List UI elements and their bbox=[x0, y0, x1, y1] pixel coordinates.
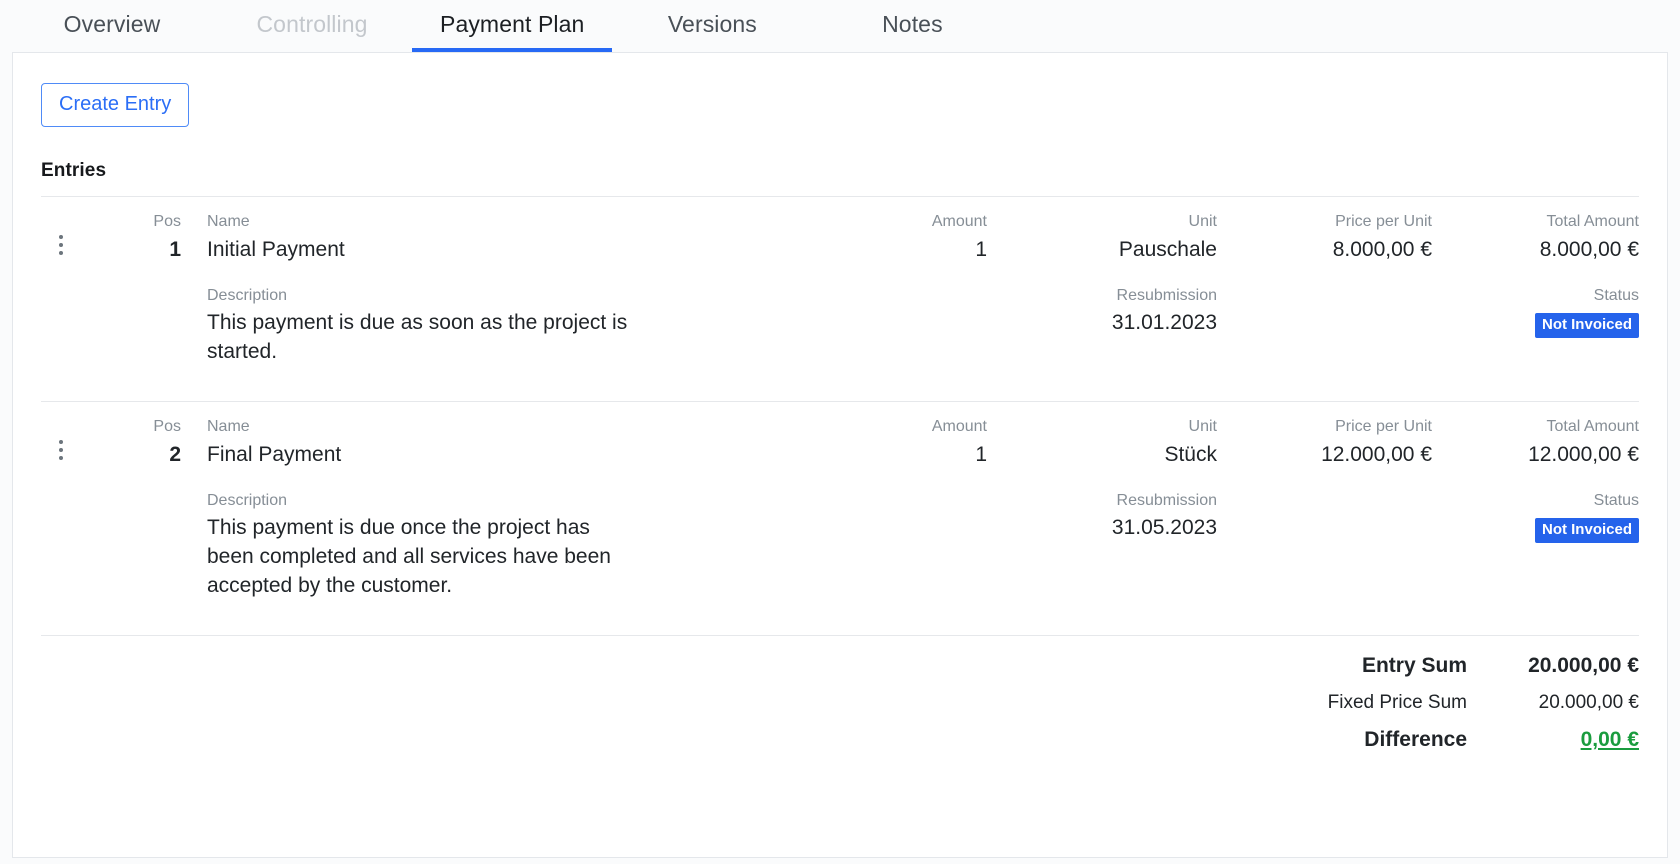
kebab-menu-icon[interactable] bbox=[41, 416, 81, 462]
tab-payment-plan-label: Payment Plan bbox=[440, 10, 585, 37]
tab-payment-plan[interactable]: Payment Plan bbox=[412, 0, 613, 52]
label-total-amount: Total Amount bbox=[1546, 213, 1640, 230]
label-description: Description bbox=[207, 491, 288, 509]
value-resubmission: 31.01.2023 bbox=[1111, 311, 1217, 335]
difference-label: Difference bbox=[1364, 728, 1467, 752]
cell-unit: Unit Pauschale bbox=[987, 211, 1217, 265]
cell-resubmission: Resubmission 31.01.2023 bbox=[867, 285, 1217, 339]
kebab-dot bbox=[59, 243, 63, 247]
label-resubmission: Resubmission bbox=[1116, 491, 1217, 509]
tab-notes-label: Notes bbox=[882, 10, 943, 37]
table-row: Pos 1 Name Initial Payment Amount 1 Unit… bbox=[13, 197, 1667, 387]
label-price-per-unit: Price per Unit bbox=[1335, 418, 1432, 436]
cell-description: Description This payment is due as soon … bbox=[181, 285, 867, 368]
summary-row-entry-sum: Entry Sum 20.000,00 € bbox=[41, 654, 1639, 678]
cell-total-amount: Total Amount 8.000,00 € bbox=[1432, 211, 1639, 265]
fixed-price-sum-value: 20.000,00 € bbox=[1538, 692, 1639, 714]
label-amount: Amount bbox=[931, 213, 987, 230]
tab-notes[interactable]: Notes bbox=[812, 0, 1012, 52]
label-status: Status bbox=[1593, 286, 1639, 304]
value-resubmission: 31.05.2023 bbox=[1111, 516, 1217, 540]
kebab-menu-icon[interactable] bbox=[41, 211, 81, 257]
kebab-spacer bbox=[41, 285, 81, 307]
difference-value[interactable]: 0,00 € bbox=[1489, 728, 1639, 752]
kebab-dot bbox=[59, 251, 63, 255]
tab-versions-label: Versions bbox=[667, 10, 757, 37]
value-name: Final Payment bbox=[207, 442, 342, 466]
fixed-price-sum-label: Fixed Price Sum bbox=[1327, 692, 1467, 714]
kebab-dot bbox=[59, 448, 63, 453]
label-pos: Pos bbox=[153, 418, 181, 436]
cell-resubmission: Resubmission 31.05.2023 bbox=[867, 490, 1217, 544]
entry-secondary-row: Description This payment is due once the… bbox=[41, 490, 1639, 602]
value-description: This payment is due once the project has… bbox=[207, 516, 611, 598]
cell-amount: Amount 1 bbox=[867, 416, 987, 470]
value-unit: Pauschale bbox=[1118, 237, 1217, 261]
cell-name: Name Initial Payment bbox=[181, 211, 867, 265]
payment-plan-card: Create Entry Entries Pos 1 Name Initial … bbox=[12, 52, 1668, 858]
cell-name: Name Final Payment bbox=[181, 416, 867, 470]
cell-pos: Pos 2 bbox=[81, 416, 181, 470]
entry-sum-label: Entry Sum bbox=[1361, 654, 1467, 678]
entry-secondary-row: Description This payment is due as soon … bbox=[41, 285, 1639, 368]
label-unit: Unit bbox=[1188, 418, 1217, 436]
cell-unit: Unit Stück bbox=[987, 416, 1217, 470]
value-amount: 1 bbox=[975, 442, 987, 466]
entry-sum-value: 20.000,00 € bbox=[1528, 654, 1639, 678]
value-total-amount: 8.000,00 € bbox=[1539, 237, 1639, 261]
value-pos: 2 bbox=[169, 442, 181, 466]
value-unit: Stück bbox=[1164, 442, 1217, 466]
summary-row-fixed-price-sum: Fixed Price Sum 20.000,00 € bbox=[41, 692, 1639, 714]
value-description: This payment is due as soon as the proje… bbox=[207, 311, 628, 364]
label-description: Description bbox=[207, 286, 288, 304]
summary-row-difference: Difference 0,00 € bbox=[41, 728, 1639, 752]
label-pos: Pos bbox=[153, 213, 181, 230]
entry-primary-row: Pos 1 Name Initial Payment Amount 1 Unit… bbox=[41, 211, 1639, 265]
tab-bar: Overview Controlling Payment Plan Versio… bbox=[0, 0, 1680, 52]
cell-total-amount: Total Amount 12.000,00 € bbox=[1432, 416, 1639, 470]
cell-amount: Amount 1 bbox=[867, 211, 987, 265]
value-total-amount: 12.000,00 € bbox=[1528, 442, 1639, 466]
cell-price-per-unit: Price per Unit 8.000,00 € bbox=[1217, 211, 1432, 265]
tab-controlling[interactable]: Controlling bbox=[212, 0, 412, 52]
status-badge[interactable]: Not Invoiced bbox=[1534, 313, 1639, 339]
kebab-spacer bbox=[41, 490, 81, 512]
tab-controlling-label: Controlling bbox=[256, 10, 368, 37]
table-row: Pos 2 Name Final Payment Amount 1 Unit S… bbox=[13, 402, 1667, 621]
value-price-per-unit: 12.000,00 € bbox=[1321, 442, 1432, 466]
value-name: Initial Payment bbox=[207, 237, 345, 261]
cell-description: Description This payment is due once the… bbox=[181, 490, 867, 602]
cell-pos: Pos 1 bbox=[81, 211, 181, 265]
label-status: Status bbox=[1593, 491, 1639, 509]
toolbar: Create Entry bbox=[13, 53, 1667, 127]
label-total-amount: Total Amount bbox=[1546, 418, 1640, 436]
label-price-per-unit: Price per Unit bbox=[1335, 213, 1432, 230]
label-unit: Unit bbox=[1188, 213, 1217, 230]
label-resubmission: Resubmission bbox=[1116, 286, 1217, 304]
create-entry-button[interactable]: Create Entry bbox=[41, 83, 190, 127]
tab-overview-label: Overview bbox=[63, 10, 161, 37]
value-pos: 1 bbox=[169, 237, 181, 261]
cell-price-per-unit: Price per Unit 12.000,00 € bbox=[1217, 416, 1432, 470]
entries-heading: Entries bbox=[41, 160, 107, 181]
kebab-dot bbox=[59, 440, 63, 445]
kebab-dot bbox=[59, 235, 63, 239]
cell-status: Status Not Invoiced bbox=[1432, 285, 1639, 339]
tab-versions[interactable]: Versions bbox=[612, 0, 812, 52]
value-amount: 1 bbox=[975, 237, 987, 261]
value-price-per-unit: 8.000,00 € bbox=[1332, 237, 1432, 261]
status-badge[interactable]: Not Invoiced bbox=[1534, 518, 1639, 544]
cell-status: Status Not Invoiced bbox=[1432, 490, 1639, 544]
label-amount: Amount bbox=[931, 418, 987, 436]
label-name: Name bbox=[207, 418, 250, 436]
entry-primary-row: Pos 2 Name Final Payment Amount 1 Unit S… bbox=[41, 416, 1639, 470]
kebab-dot bbox=[59, 456, 63, 461]
tab-overview[interactable]: Overview bbox=[12, 0, 212, 52]
summary-section: Entry Sum 20.000,00 € Fixed Price Sum 20… bbox=[13, 636, 1667, 752]
label-name: Name bbox=[207, 213, 250, 230]
